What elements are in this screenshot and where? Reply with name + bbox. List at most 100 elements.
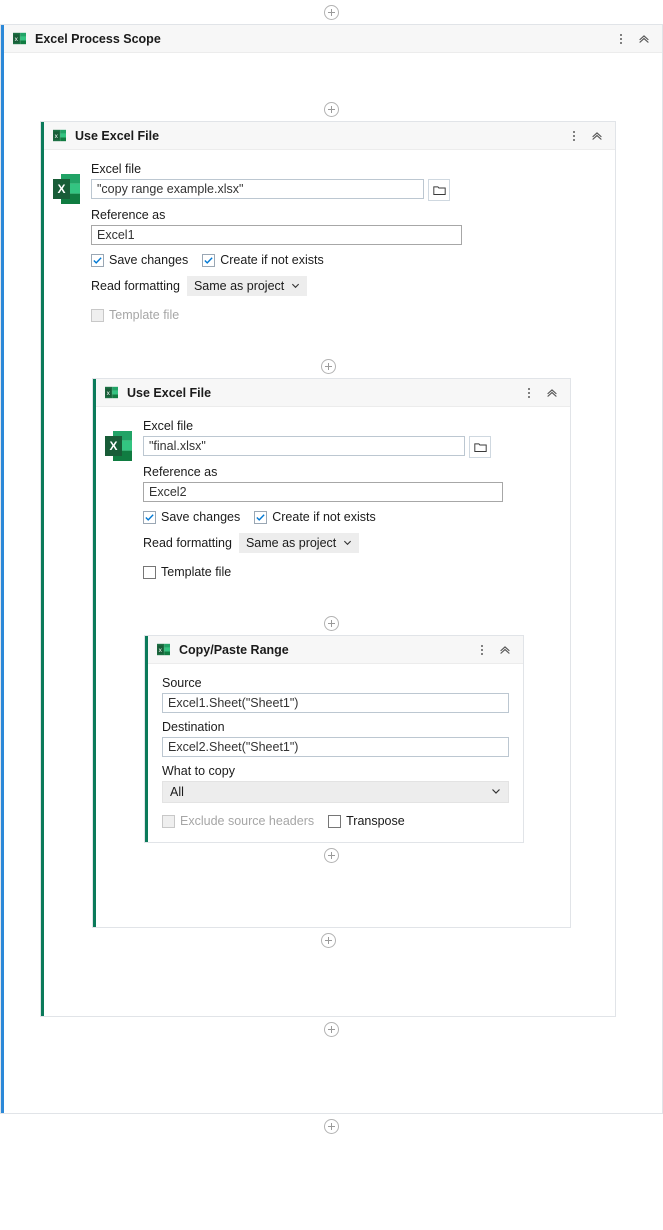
add-activity-connector bbox=[1, 97, 662, 121]
use-excel-file-1-body: X Excel file "copy range example.xlsx" R… bbox=[41, 150, 615, 1016]
add-activity-button[interactable] bbox=[324, 615, 339, 631]
copy-options-row: Exclude source headers Transpose bbox=[162, 814, 509, 828]
checkbox-box bbox=[162, 814, 175, 828]
checkbox-box[interactable] bbox=[254, 510, 268, 524]
svg-text:X: X bbox=[57, 182, 65, 196]
excel-file-input[interactable]: "final.xlsx" bbox=[143, 436, 465, 456]
checkbox-row: Save changes Create if not exists bbox=[91, 253, 603, 267]
exclude-source-headers-label: Exclude source headers bbox=[180, 814, 315, 828]
what-to-copy-select[interactable]: All bbox=[162, 781, 509, 803]
reference-as-label: Reference as bbox=[143, 465, 218, 479]
add-activity-button[interactable] bbox=[324, 1118, 339, 1134]
add-activity-button[interactable] bbox=[324, 101, 339, 117]
excel-icon: x bbox=[105, 386, 118, 399]
kebab-menu-icon[interactable] bbox=[567, 127, 581, 145]
excel-process-scope-title: Excel Process Scope bbox=[35, 31, 161, 46]
checkbox-row: Save changes Create if not exists bbox=[143, 510, 558, 524]
check-icon bbox=[204, 256, 213, 264]
checkbox-box[interactable] bbox=[143, 510, 156, 524]
add-activity-button[interactable] bbox=[320, 932, 336, 948]
read-formatting-select[interactable]: Same as project bbox=[186, 276, 308, 296]
add-activity-button[interactable] bbox=[324, 4, 339, 20]
save-changes-label: Save changes bbox=[161, 510, 241, 524]
collapse-chevron-icon[interactable] bbox=[587, 127, 607, 145]
read-formatting-value: Same as project bbox=[245, 536, 337, 550]
copy-paste-range-card[interactable]: x Copy/Paste Range Source Excel1.Sheet("… bbox=[144, 635, 524, 843]
use-excel-file-1-header[interactable]: x Use Excel File bbox=[41, 122, 615, 150]
copy-paste-range-body: Source Excel1.Sheet("Sheet1") Destinatio… bbox=[145, 664, 523, 842]
kebab-menu-icon[interactable] bbox=[614, 30, 628, 48]
check-icon bbox=[256, 513, 265, 521]
template-file-label: Template file bbox=[109, 308, 180, 322]
save-changes-checkbox[interactable]: Save changes bbox=[91, 253, 188, 267]
excel-file-icon: X bbox=[105, 431, 132, 461]
chevron-down-icon bbox=[291, 279, 300, 293]
excel-icon: x bbox=[13, 32, 26, 45]
create-if-not-exists-checkbox[interactable]: Create if not exists bbox=[202, 253, 324, 267]
read-formatting-label: Read formatting bbox=[143, 536, 232, 550]
template-file-label: Template file bbox=[161, 565, 232, 579]
checkbox-box[interactable] bbox=[143, 565, 156, 579]
source-label: Source bbox=[162, 676, 202, 690]
add-activity-connector bbox=[1, 1017, 662, 1041]
excel-process-scope-body: x Use Excel File X Excel file "copy rang… bbox=[1, 97, 662, 1083]
read-formatting-row: Read formatting Same as project bbox=[143, 533, 558, 553]
excel-process-scope-card[interactable]: x Excel Process Scope x Use Excel File X… bbox=[0, 24, 663, 1114]
template-file-row: Template file bbox=[91, 308, 603, 322]
folder-icon[interactable] bbox=[469, 436, 491, 458]
create-if-not-exists-checkbox[interactable]: Create if not exists bbox=[254, 510, 376, 524]
use-excel-file-2-title: Use Excel File bbox=[127, 385, 212, 400]
source-input[interactable]: Excel1.Sheet("Sheet1") bbox=[162, 693, 509, 713]
excel-file-label: Excel file bbox=[91, 162, 142, 176]
save-changes-label: Save changes bbox=[109, 253, 189, 267]
use-excel-file-card-2[interactable]: x Use Excel File X Excel file "final.xls… bbox=[92, 378, 571, 928]
excel-file-label: Excel file bbox=[143, 419, 194, 433]
read-formatting-select[interactable]: Same as project bbox=[238, 533, 360, 553]
collapse-chevron-icon[interactable] bbox=[542, 384, 562, 402]
excel-file-input[interactable]: "copy range example.xlsx" bbox=[91, 179, 424, 199]
reference-as-label: Reference as bbox=[91, 208, 166, 222]
reference-as-input[interactable]: Excel2 bbox=[143, 482, 503, 502]
exclude-source-headers-checkbox: Exclude source headers bbox=[162, 814, 314, 828]
copy-paste-range-title: Copy/Paste Range bbox=[179, 642, 289, 657]
save-changes-checkbox[interactable]: Save changes bbox=[143, 510, 240, 524]
reference-as-input[interactable]: Excel1 bbox=[91, 225, 462, 245]
add-activity-connector-bottom bbox=[0, 1114, 663, 1138]
add-activity-button[interactable] bbox=[320, 358, 336, 374]
checkbox-box[interactable] bbox=[91, 253, 104, 267]
excel-file-icon: X bbox=[53, 174, 80, 204]
destination-input[interactable]: Excel2.Sheet("Sheet1") bbox=[162, 737, 509, 757]
add-activity-button[interactable] bbox=[324, 847, 339, 863]
what-to-copy-value: All bbox=[170, 785, 184, 799]
add-activity-connector bbox=[53, 354, 603, 378]
scope-accent-bar bbox=[1, 25, 4, 1113]
use-excel-file-1-title: Use Excel File bbox=[75, 128, 160, 143]
transpose-checkbox[interactable]: Transpose bbox=[328, 814, 405, 828]
read-formatting-value: Same as project bbox=[193, 279, 285, 293]
svg-text:X: X bbox=[109, 439, 117, 453]
kebab-menu-icon[interactable] bbox=[522, 384, 536, 402]
copy-paste-range-header[interactable]: x Copy/Paste Range bbox=[145, 636, 523, 664]
check-icon bbox=[145, 513, 154, 521]
activity-accent-bar bbox=[41, 122, 44, 1016]
destination-label: Destination bbox=[162, 720, 225, 734]
template-file-checkbox[interactable]: Template file bbox=[143, 565, 231, 579]
kebab-menu-icon[interactable] bbox=[475, 641, 489, 659]
checkbox-box[interactable] bbox=[328, 814, 342, 828]
excel-icon: x bbox=[53, 129, 66, 142]
activity-accent-bar bbox=[145, 636, 148, 842]
add-activity-connector bbox=[105, 611, 558, 635]
folder-icon[interactable] bbox=[428, 179, 450, 201]
excel-icon: x bbox=[157, 643, 170, 656]
chevron-down-icon bbox=[343, 536, 352, 550]
use-excel-file-2-header[interactable]: x Use Excel File bbox=[93, 379, 570, 407]
collapse-chevron-icon[interactable] bbox=[634, 30, 654, 48]
create-if-not-exists-label: Create if not exists bbox=[272, 510, 376, 524]
excel-process-scope-header[interactable]: x Excel Process Scope bbox=[1, 25, 662, 53]
checkbox-box[interactable] bbox=[202, 253, 216, 267]
add-activity-button[interactable] bbox=[324, 1021, 339, 1037]
collapse-chevron-icon[interactable] bbox=[495, 641, 515, 659]
excel-file-row: "final.xlsx" bbox=[143, 436, 558, 458]
use-excel-file-card-1[interactable]: x Use Excel File X Excel file "copy rang… bbox=[40, 121, 616, 1017]
what-to-copy-label: What to copy bbox=[162, 764, 235, 778]
